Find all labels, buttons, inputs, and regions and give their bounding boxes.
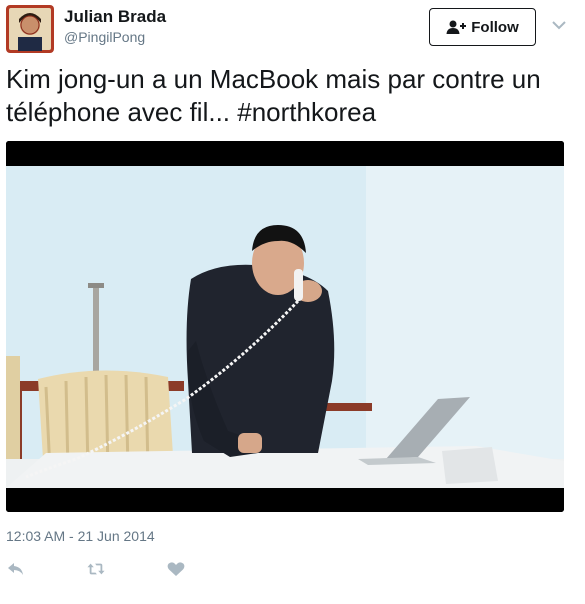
tweet-media[interactable]: [6, 141, 564, 512]
avatar[interactable]: [6, 5, 54, 53]
media-image: [6, 141, 564, 512]
like-button[interactable]: [166, 560, 186, 578]
chevron-down-icon[interactable]: [550, 18, 568, 32]
reply-icon: [8, 563, 23, 575]
add-user-icon: [446, 20, 467, 34]
retweet-icon: [87, 563, 105, 575]
follow-button-label: Follow: [471, 18, 519, 36]
tweet-text: Kim jong-un a un MacBook mais par contre…: [6, 63, 576, 129]
reply-button[interactable]: [6, 560, 26, 578]
hashtag-link[interactable]: #northkorea: [237, 97, 376, 127]
tweet-timestamp[interactable]: 12:03 AM - 21 Jun 2014: [6, 528, 155, 544]
author-handle[interactable]: @PingilPong: [64, 29, 145, 45]
follow-button[interactable]: Follow: [429, 8, 536, 46]
retweet-button[interactable]: [86, 560, 106, 578]
author-name[interactable]: Julian Brada: [64, 7, 166, 27]
heart-icon: [167, 562, 185, 576]
avatar-image: [6, 5, 54, 53]
tweet-actions: [6, 560, 186, 578]
